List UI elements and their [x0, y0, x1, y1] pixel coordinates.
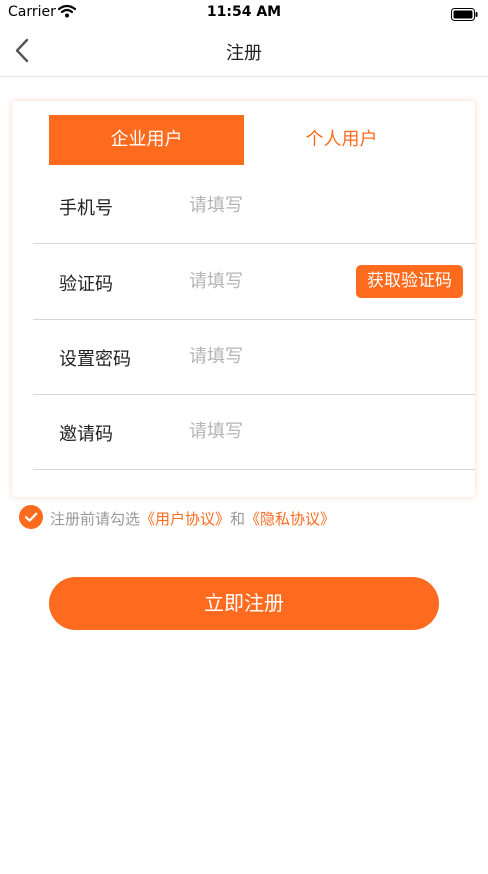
invite-code-label: 邀请码	[59, 424, 113, 445]
privacy-agreement-link[interactable]: 《隐私协议》	[245, 510, 335, 528]
agreement-prefix: 注册前请勾选	[50, 510, 141, 528]
status-time: 11:54 AM	[206, 4, 282, 20]
password-input[interactable]	[189, 341, 339, 371]
battery-icon	[451, 6, 478, 25]
invite-code-row: 邀请码	[33, 394, 475, 470]
verification-code-input[interactable]	[189, 266, 339, 296]
password-label: 设置密码	[59, 349, 131, 370]
checkmark-icon	[24, 512, 38, 522]
nav-bar: 注册	[0, 26, 488, 77]
invite-code-input[interactable]	[189, 416, 339, 446]
user-agreement-link[interactable]: 《用户协议》	[140, 510, 230, 528]
password-row: 设置密码	[33, 319, 475, 395]
verification-code-row: 验证码 获取验证码	[33, 244, 475, 320]
agreement-and: 和	[230, 510, 246, 528]
phone-label: 手机号	[59, 198, 113, 219]
tab-personal-user[interactable]: 个人用户	[244, 115, 439, 165]
status-bar: Carrier 11:54 AM	[0, 0, 488, 26]
registration-card: 企业用户 个人用户 手机号 验证码 获取验证码 设置密码 邀请码	[12, 101, 475, 497]
page-title: 注册	[226, 43, 262, 64]
phone-row: 手机号	[33, 168, 475, 244]
verification-code-label: 验证码	[59, 274, 113, 295]
agreement-checkbox[interactable]	[19, 505, 43, 529]
get-code-button[interactable]: 获取验证码	[356, 265, 463, 298]
register-button[interactable]: 立即注册	[49, 577, 439, 630]
phone-input[interactable]	[189, 190, 339, 220]
agreement-text: 注册前请勾选《用户协议》和《隐私协议》	[50, 508, 335, 529]
tab-enterprise-user[interactable]: 企业用户	[49, 115, 244, 165]
